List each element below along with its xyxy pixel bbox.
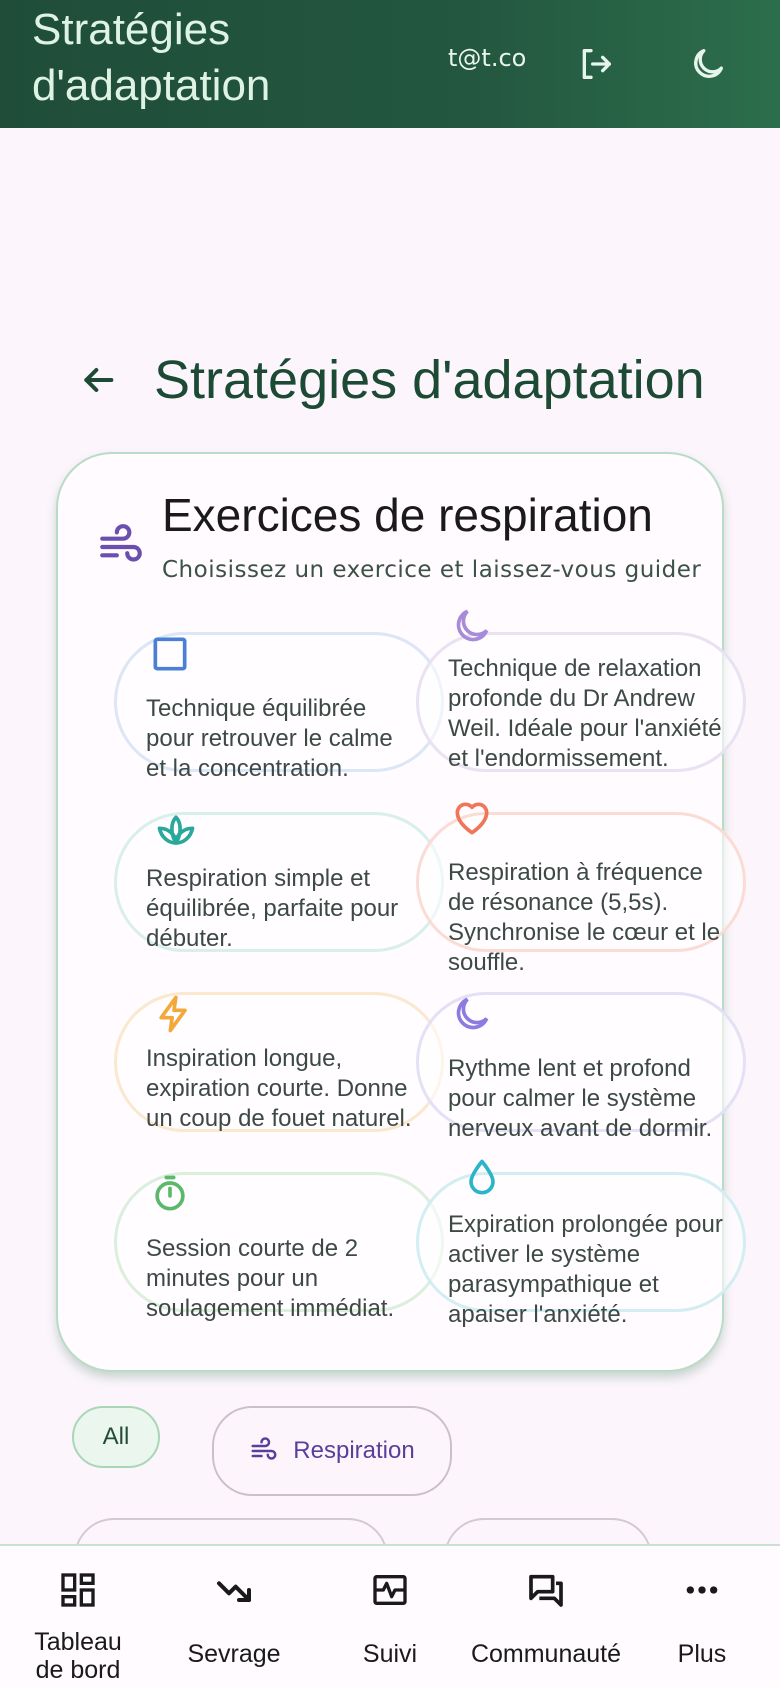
nav-label: Sevrage (187, 1640, 281, 1668)
timer-icon (148, 1172, 192, 1216)
trending-down-icon (210, 1566, 258, 1614)
forum-icon (522, 1566, 570, 1614)
exercise-description: Respiration à fréquence de résonance (5,… (448, 859, 721, 976)
lotus-icon (154, 810, 198, 854)
dashboard-icon (54, 1566, 102, 1614)
exercise-description: Technique de relaxation profonde du Dr A… (448, 655, 722, 772)
nav-label: Plus (677, 1640, 727, 1668)
nav-label: Communauté (470, 1640, 622, 1668)
user-email: t@t.co (448, 44, 527, 72)
moon-icon (450, 992, 494, 1036)
nav-item-sevrage[interactable]: Sevrage (172, 1546, 296, 1688)
nav-item-plus[interactable]: Plus (650, 1546, 754, 1688)
app-bar: Stratégies d'adaptation t@t.co (0, 0, 780, 128)
logout-icon[interactable] (572, 40, 620, 88)
nav-label: Suivi (362, 1640, 418, 1668)
moon-icon (450, 604, 494, 648)
filter-chip-respiration[interactable]: Respiration (212, 1406, 452, 1496)
filter-chip-all-label: All (102, 1423, 130, 1450)
filter-chip-all[interactable]: All (72, 1406, 160, 1468)
pulse-icon (366, 1566, 414, 1614)
back-button[interactable] (70, 352, 126, 408)
nav-label: Tableau de bord (34, 1628, 122, 1684)
arrow-left-icon (84, 368, 114, 392)
exercise-description: Technique équilibrée pour retrouver le c… (146, 695, 393, 782)
bottom-navigation: Tableau de bord Sevrage Suivi Communauté… (0, 1544, 780, 1688)
page-title: Stratégies d'adaptation (154, 350, 705, 410)
drop-icon (460, 1156, 504, 1200)
breathing-card-title: Exercices de respiration (162, 489, 653, 541)
exercise-description: Respiration simple et équilibrée, parfai… (146, 865, 399, 952)
nav-item-suivi[interactable]: Suivi (330, 1546, 450, 1688)
app-bar-title: Stratégies d'adaptation (32, 5, 271, 110)
exercise-description: Session courte de 2 minutes pour un soul… (146, 1235, 395, 1322)
exercise-description: Inspiration longue, expiration courte. D… (146, 1045, 412, 1132)
wind-icon (96, 522, 146, 572)
more-icon (678, 1566, 726, 1614)
heart-icon (450, 796, 494, 840)
nav-item-communaute[interactable]: Communauté (462, 1546, 630, 1688)
exercise-description: Rythme lent et profond pour calmer le sy… (448, 1055, 713, 1142)
moon-icon[interactable] (684, 40, 732, 88)
filter-chip-respiration-label: Respiration (293, 1437, 415, 1464)
wind-icon (251, 1437, 277, 1460)
page-header: Stratégies d'adaptation (70, 340, 760, 420)
square-icon (148, 632, 192, 676)
exercise-description: Expiration prolongée pour activer le sys… (448, 1211, 723, 1328)
breathing-card-subtitle: Choisissez un exercice et laissez-vous g… (162, 557, 702, 583)
nav-item-dashboard[interactable]: Tableau de bord (18, 1546, 138, 1688)
bolt-icon (152, 992, 196, 1036)
